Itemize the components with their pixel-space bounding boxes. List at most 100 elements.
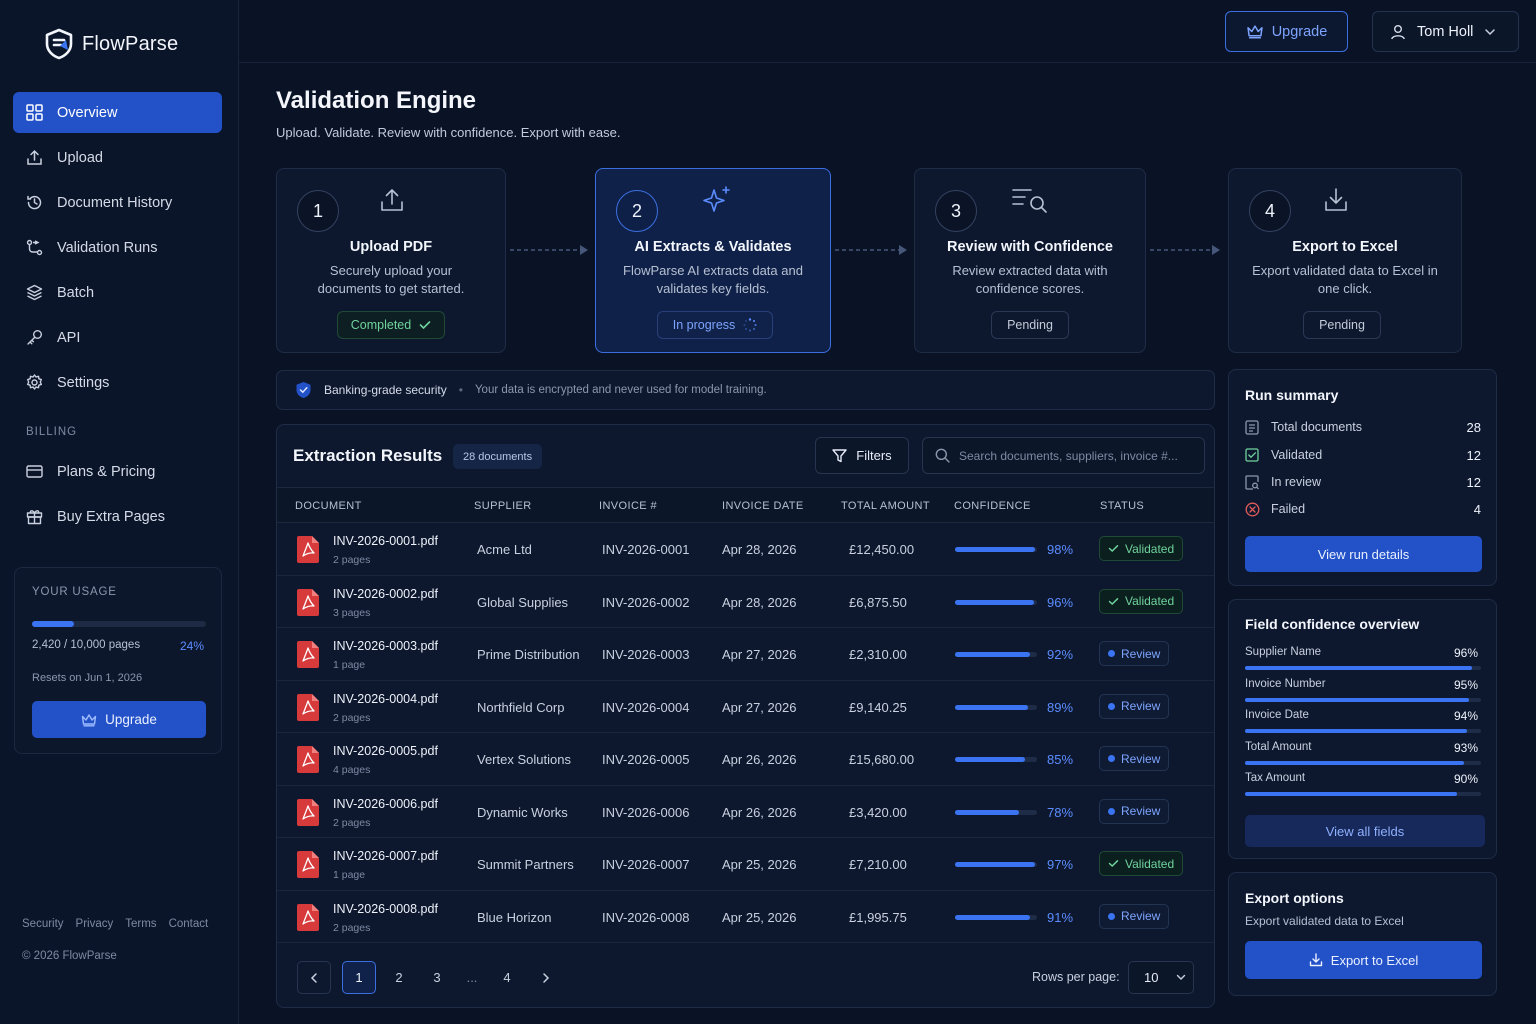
check-icon (419, 320, 431, 330)
column-header-invoice-date[interactable]: INVOICE DATE (722, 500, 804, 512)
step-review-confidence[interactable]: 3 Review with Confidence Review extracte… (914, 168, 1146, 353)
cell-supplier: Northfield Corp (477, 699, 565, 715)
cell-total-amount: £6,875.50 (849, 594, 907, 610)
footer-link-terms[interactable]: Terms (125, 918, 156, 930)
sidebar-item-document-history[interactable]: Document History (13, 182, 222, 223)
sidebar-item-overview[interactable]: Overview (13, 92, 222, 133)
filter-icon (832, 448, 847, 463)
step-number: 2 (616, 190, 658, 232)
page-ellipsis: ... (466, 970, 478, 985)
x-circle-icon (1245, 502, 1261, 517)
table-row[interactable]: INV-2026-0006.pdf 2 pages Dynamic Works INV… (277, 786, 1214, 838)
rows-per-page-value: 10 (1144, 970, 1159, 985)
column-header-confidence[interactable]: CONFIDENCE (954, 500, 1031, 512)
sidebar-item-label: Plans & Pricing (57, 463, 156, 480)
confidence-bar (955, 547, 1037, 552)
footer-link-privacy[interactable]: Privacy (76, 918, 114, 930)
filters-button[interactable]: Filters (815, 437, 909, 474)
field-confidence-bar (1245, 792, 1481, 796)
export-to-excel-button[interactable]: Export to Excel (1245, 941, 1482, 979)
next-page-button[interactable] (529, 961, 563, 994)
status-label: Validated (1125, 856, 1175, 871)
page-button-2[interactable]: 2 (382, 961, 416, 994)
rows-per-page-select[interactable]: 10 (1128, 961, 1194, 994)
upgrade-label: Upgrade (105, 712, 157, 727)
column-header-total-amount[interactable]: TOTAL AMOUNT (841, 500, 930, 512)
chevron-down-icon (1176, 974, 1186, 981)
page-button-3[interactable]: 3 (420, 961, 454, 994)
usage-reset-date: Resets on Jun 1, 2026 (32, 672, 143, 684)
confidence-bar (955, 914, 1037, 920)
sidebar-item-validation-runs[interactable]: Validation Runs (13, 227, 222, 268)
document-name[interactable]: INV-2026-0008.pdf (333, 902, 438, 916)
footer-link-contact[interactable]: Contact (169, 918, 209, 930)
column-header-status[interactable]: STATUS (1100, 500, 1144, 512)
document-name[interactable]: INV-2026-0006.pdf (333, 797, 438, 811)
cell-invoice-number: INV-2026-0008 (602, 909, 690, 925)
view-run-details-button[interactable]: View run details (1245, 536, 1482, 572)
search-input[interactable] (959, 448, 1199, 463)
document-name[interactable]: INV-2026-0001.pdf (333, 534, 438, 548)
usage-progress-bar (32, 621, 206, 627)
status-label: Validated (1125, 541, 1175, 556)
sidebar-item-buy-extra-pages[interactable]: Buy Extra Pages (13, 496, 222, 537)
cell-invoice-date: Apr 28, 2026 (722, 542, 797, 557)
status-label: Review (1121, 751, 1161, 766)
page-button-4[interactable]: 4 (490, 961, 524, 994)
confidence-percent: 91% (1047, 909, 1074, 925)
table-row[interactable]: INV-2026-0001.pdf 2 pages Acme Ltd INV-2026… (277, 523, 1214, 576)
sidebar-item-label: Buy Extra Pages (57, 508, 165, 525)
sidebar-upgrade-button[interactable]: Upgrade (32, 701, 206, 738)
user-menu[interactable]: Tom Holl (1372, 11, 1519, 52)
column-header-invoice[interactable]: INVOICE # (599, 500, 657, 512)
summary-row-validated: Validated 12 (1245, 445, 1481, 465)
status-badge: Review (1099, 693, 1170, 719)
sidebar-item-upload[interactable]: Upload (13, 137, 222, 178)
sidebar-item-label: Overview (57, 104, 118, 121)
step-title: Review with Confidence (947, 239, 1113, 255)
document-name[interactable]: INV-2026-0005.pdf (333, 744, 438, 758)
document-name[interactable]: INV-2026-0004.pdf (333, 692, 438, 706)
table-row[interactable]: INV-2026-0008.pdf 2 pages Blue Horizon INV-… (277, 891, 1214, 943)
page-button-1[interactable]: 1 (342, 961, 376, 994)
step-export-excel[interactable]: 4 Export to Excel Export validated data … (1228, 168, 1462, 353)
summary-value: 28 (1466, 419, 1481, 435)
column-header-document[interactable]: DOCUMENT (295, 500, 362, 512)
brand-logo[interactable]: FlowParse (44, 28, 178, 60)
confidence-bar (955, 757, 1037, 762)
cell-invoice-date: Apr 25, 2026 (722, 857, 797, 872)
status-label: Pending (1007, 318, 1053, 332)
export-title: Export options (1245, 890, 1344, 906)
view-all-fields-button[interactable]: View all fields (1245, 815, 1485, 847)
step-upload-pdf[interactable]: 1 Upload PDF Securely upload your docume… (276, 168, 506, 353)
document-name[interactable]: INV-2026-0002.pdf (333, 587, 438, 601)
confidence-bar (955, 809, 1037, 815)
sidebar-item-plans-pricing[interactable]: Plans & Pricing (13, 451, 222, 492)
footer-link-security[interactable]: Security (22, 918, 64, 930)
document-icon (1245, 419, 1261, 435)
table-row[interactable]: INV-2026-0005.pdf 4 pages Vertex Solutions… (277, 733, 1214, 786)
step-ai-extracts-validates[interactable]: 2 AI Extracts & Validates FlowParse AI e… (595, 168, 831, 353)
document-name[interactable]: INV-2026-0003.pdf (333, 639, 438, 653)
table-row[interactable]: INV-2026-0002.pdf 3 pages Global Supplies I… (277, 576, 1214, 628)
table-row[interactable]: INV-2026-0007.pdf 1 page Summit Partners IN… (277, 838, 1214, 891)
status-badge: Validated (1099, 536, 1184, 561)
cell-invoice-date: Apr 27, 2026 (722, 647, 797, 662)
field-confidence-bar (1245, 697, 1481, 702)
chevron-down-icon (1484, 28, 1496, 36)
field-confidence-percent: 94% (1453, 709, 1478, 723)
document-name[interactable]: INV-2026-0007.pdf (333, 849, 438, 863)
table-row[interactable]: INV-2026-0004.pdf 2 pages Northfield Corp I… (277, 681, 1214, 733)
step-description: Review extracted data with confidence sc… (952, 263, 1108, 296)
table-row[interactable]: INV-2026-0003.pdf 1 page Prime Distributio… (277, 628, 1214, 681)
sidebar-item-api[interactable]: API (13, 317, 222, 358)
prev-page-button[interactable] (297, 961, 331, 994)
step-status-badge: Pending (991, 311, 1069, 339)
review-doc-icon (1245, 474, 1261, 490)
topbar-upgrade-button[interactable]: Upgrade (1225, 11, 1348, 52)
column-header-supplier[interactable]: SUPPLIER (474, 500, 532, 512)
step-number: 1 (297, 190, 339, 232)
sidebar-item-batch[interactable]: Batch (13, 272, 222, 313)
document-pages: 2 pages (333, 711, 371, 724)
sidebar-item-settings[interactable]: Settings (13, 362, 222, 403)
